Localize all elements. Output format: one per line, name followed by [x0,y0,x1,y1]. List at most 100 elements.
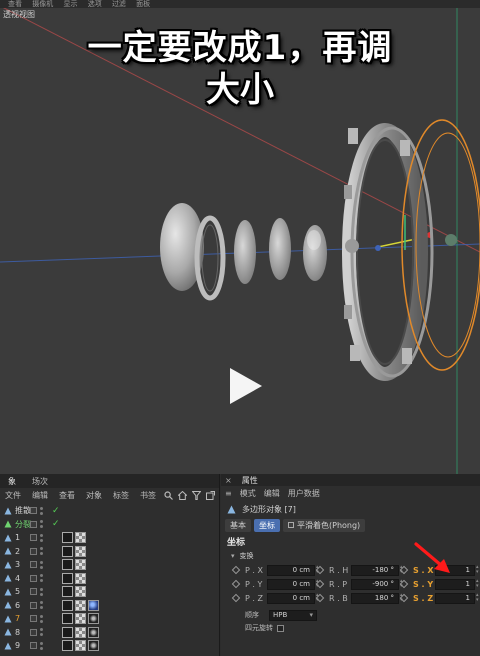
menu-user-data[interactable]: 用户数据 [288,488,320,499]
quaternion-checkbox[interactable] [277,624,284,632]
play-icon[interactable] [224,366,264,406]
dark-tag-icon[interactable] [88,640,99,652]
hamburger-menu-icon[interactable]: ≡ [225,489,232,498]
checker-tag-icon[interactable] [75,559,86,571]
keyframe-diamond-icon[interactable] [231,579,241,589]
object-row[interactable]: 5 [0,585,220,599]
menu-objects[interactable]: 对象 [86,490,102,501]
visibility-dots-icon[interactable] [40,520,45,529]
search-icon[interactable] [164,490,173,500]
spinner-arrows-icon[interactable]: ▴ ▾ [476,593,480,603]
menu-panel[interactable]: 面板 [136,0,150,8]
menu-camera[interactable]: 摄像机 [32,0,53,8]
checker-tag-icon[interactable] [75,545,86,557]
home-icon[interactable] [178,490,187,500]
enabled-check-icon[interactable]: ✓ [52,506,60,516]
checker-tag-icon[interactable] [75,532,86,544]
object-row[interactable]: 2 [0,545,220,559]
checker-tag-icon[interactable] [75,640,86,652]
object-row[interactable]: 1 [0,531,220,545]
layer-box[interactable] [30,520,37,528]
phong-tag-icon[interactable] [62,586,73,598]
close-icon[interactable]: × [225,476,232,485]
object-row[interactable]: 9 [0,639,220,653]
enabled-check-icon[interactable]: ✓ [52,519,60,529]
object-row[interactable]: 7 [0,612,220,626]
layer-box[interactable] [30,588,37,596]
phong-tag-icon[interactable] [62,613,73,625]
layer-box[interactable] [30,574,37,582]
scale-field[interactable]: 1 [435,592,475,604]
object-row[interactable]: 8 [0,626,220,640]
menu-edit[interactable]: 编辑 [264,488,280,499]
dark-tag-icon[interactable] [88,626,99,638]
keyframe-diamond-icon[interactable] [315,565,325,575]
phong-tag-icon[interactable] [62,545,73,557]
object-row[interactable]: 4 [0,572,220,586]
layer-box[interactable] [30,601,37,609]
checker-tag-icon[interactable] [75,599,86,611]
menu-view[interactable]: 查看 [8,0,22,8]
checker-tag-icon[interactable] [75,572,86,584]
scale-field[interactable]: 1 [435,578,475,590]
object-row[interactable]: 3 [0,558,220,572]
keyframe-diamond-icon[interactable] [231,593,241,603]
rotation-field[interactable]: -180 ° [351,564,399,576]
layer-box[interactable] [30,547,37,555]
checker-tag-icon[interactable] [75,626,86,638]
visibility-dots-icon[interactable] [40,628,45,637]
phong-tag-icon[interactable] [62,532,73,544]
layer-box[interactable] [30,507,37,515]
dark-tag-icon[interactable] [88,613,99,625]
layer-box[interactable] [30,615,37,623]
menu-mode[interactable]: 模式 [240,488,256,499]
menu-view[interactable]: 查看 [59,490,75,501]
visibility-dots-icon[interactable] [40,601,45,610]
tab-phong[interactable]: 平滑着色(Phong) [283,518,366,532]
visibility-dots-icon[interactable] [40,547,45,556]
menu-display[interactable]: 显示 [63,0,77,8]
rotation-order-select[interactable]: HPB [269,609,317,621]
3d-viewport[interactable]: 查看 摄像机 显示 选项 过滤 面板 透视视图 一定要改成1，再调 大小 [0,0,480,474]
object-row[interactable]: 6 [0,599,220,613]
position-field[interactable]: 0 cm [267,564,315,576]
new-window-icon[interactable] [206,490,215,500]
rotation-field[interactable]: -900 ° [351,578,399,590]
visibility-dots-icon[interactable] [40,560,45,569]
keyframe-diamond-icon[interactable] [315,579,325,589]
keyframe-diamond-icon[interactable] [315,593,325,603]
layer-box[interactable] [30,642,37,650]
checker-tag-icon[interactable] [75,586,86,598]
visibility-dots-icon[interactable] [40,614,45,623]
layer-box[interactable] [30,561,37,569]
visibility-dots-icon[interactable] [40,506,45,515]
tab-coord[interactable]: 坐标 [254,518,280,532]
menu-edit[interactable]: 编辑 [32,490,48,501]
rotation-field[interactable]: 180 ° [351,592,399,604]
phong-tag-icon[interactable] [62,559,73,571]
phong-tag-icon[interactable] [62,599,73,611]
keyframe-diamond-icon[interactable] [399,593,409,603]
position-field[interactable]: 0 cm [267,578,315,590]
keyframe-diamond-icon[interactable] [399,565,409,575]
menu-file[interactable]: 文件 [5,490,21,501]
visibility-dots-icon[interactable] [40,574,45,583]
visibility-dots-icon[interactable] [40,641,45,650]
layer-box[interactable] [30,628,37,636]
keyframe-diamond-icon[interactable] [231,565,241,575]
checker-tag-icon[interactable] [75,613,86,625]
tab-basic[interactable]: 基本 [225,518,251,532]
position-field[interactable]: 0 cm [267,592,315,604]
phong-tag-icon[interactable] [62,640,73,652]
spinner-arrows-icon[interactable]: ▴ ▾ [476,565,480,575]
tab-objects[interactable]: 象 [0,476,24,487]
keyframe-diamond-icon[interactable] [399,579,409,589]
object-row[interactable]: 分裂 ✓ [0,518,220,532]
visibility-dots-icon[interactable] [40,533,45,542]
menu-filter[interactable]: 过滤 [112,0,126,8]
filter-icon[interactable] [192,490,201,500]
phong-tag-icon[interactable] [62,626,73,638]
spinner-arrows-icon[interactable]: ▴ ▾ [476,579,480,589]
blue-tag-icon[interactable] [88,599,99,611]
object-row[interactable]: 推散 ✓ [0,504,220,518]
